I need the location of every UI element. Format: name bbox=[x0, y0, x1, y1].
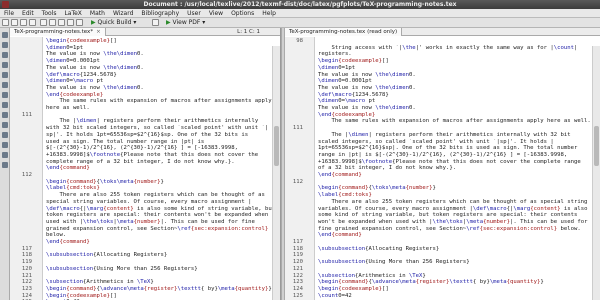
menu-bibliography[interactable]: Bibliography bbox=[137, 9, 183, 18]
editor-pane-right: TeX-programming-notes.tex (read only) 98… bbox=[285, 28, 600, 300]
structure-icon[interactable] bbox=[2, 32, 8, 38]
menu-math[interactable]: Math bbox=[86, 9, 109, 18]
new-file-icon[interactable] bbox=[2, 19, 9, 26]
vertical-scrollbar[interactable] bbox=[272, 46, 280, 300]
quick-build-label: Quick Build bbox=[97, 19, 132, 26]
toolbar: ▶ Quick Build ▾ ▶ View PDF ▾ bbox=[0, 18, 600, 28]
build-icon[interactable] bbox=[152, 19, 159, 26]
tab-left-document[interactable]: TeX-programming-notes.tex* × bbox=[10, 28, 106, 36]
open-file-icon[interactable] bbox=[11, 19, 18, 26]
menu-user[interactable]: User bbox=[183, 9, 205, 18]
cyrillic-icon[interactable] bbox=[2, 92, 8, 98]
view-pdf-button[interactable]: ▶ View PDF ▾ bbox=[163, 19, 208, 27]
menu-edit[interactable]: Edit bbox=[18, 9, 38, 18]
menu-bar: File Edit Tools LaTeX Math Wizard Bibliography… bbox=[0, 9, 600, 18]
copy-icon[interactable] bbox=[67, 19, 74, 26]
scroll-thumb[interactable] bbox=[274, 126, 279, 166]
tikz-icon[interactable] bbox=[2, 122, 8, 128]
close-tab-icon[interactable]: × bbox=[96, 29, 101, 35]
relation-icon[interactable] bbox=[2, 42, 8, 48]
editor-pane-left: TeX-programming-notes.tex* × L: 1 C: 1 \b… bbox=[10, 28, 281, 300]
user-icon[interactable] bbox=[2, 152, 8, 158]
title-bar: Document : /usr/local/texlive/2012/texmf… bbox=[0, 0, 600, 9]
cut-icon[interactable] bbox=[58, 19, 65, 26]
left-tab-bar: TeX-programming-notes.tex* × L: 1 C: 1 bbox=[10, 28, 280, 36]
menu-help[interactable]: Help bbox=[258, 9, 280, 18]
greek-icon[interactable] bbox=[2, 82, 8, 88]
favorites-icon[interactable] bbox=[2, 102, 8, 108]
line-number: 125 bbox=[292, 292, 303, 299]
tab-left-label: TeX-programming-notes.tex* bbox=[14, 29, 94, 35]
window-title: Document : /usr/local/texlive/2012/texmf… bbox=[143, 1, 457, 8]
close-icon[interactable] bbox=[29, 19, 36, 26]
code-editor-left[interactable]: \begin{codeexample}[] \dimen0=1pt The valu… bbox=[10, 37, 280, 300]
right-tab-bar: TeX-programming-notes.tex (read only) bbox=[285, 28, 600, 36]
arrow-icon[interactable] bbox=[2, 52, 8, 58]
side-panel-bar bbox=[0, 28, 10, 300]
menu-wizard[interactable]: Wizard bbox=[109, 9, 137, 18]
scroll-thumb[interactable] bbox=[594, 126, 599, 166]
code-line[interactable]: 125 \count0=42 bbox=[285, 293, 600, 300]
cursor-position: L: 1 C: 1 bbox=[237, 29, 260, 35]
menu-view[interactable]: View bbox=[205, 9, 227, 18]
vertical-scrollbar[interactable] bbox=[592, 46, 600, 300]
misc-icon[interactable] bbox=[2, 62, 8, 68]
menu-options[interactable]: Options bbox=[227, 9, 258, 18]
menu-tools[interactable]: Tools bbox=[38, 9, 61, 18]
code-text: \count0=42 bbox=[318, 292, 352, 299]
undo-icon[interactable] bbox=[40, 19, 47, 26]
quick-build-button[interactable]: ▶ Quick Build ▾ bbox=[88, 19, 139, 27]
asymptote-icon[interactable] bbox=[2, 132, 8, 138]
tab-right-document[interactable]: TeX-programming-notes.tex (read only) bbox=[285, 28, 403, 36]
view-pdf-label: View PDF bbox=[172, 19, 201, 26]
tab-right-label: TeX-programming-notes.tex (read only) bbox=[289, 29, 398, 35]
pstricks-icon[interactable] bbox=[2, 142, 8, 148]
code-editor-right[interactable]: 98 String access with `|\the|' works in … bbox=[285, 37, 600, 300]
paste-icon[interactable] bbox=[76, 19, 83, 26]
menu-latex[interactable]: LaTeX bbox=[60, 9, 85, 18]
redo-icon[interactable] bbox=[49, 19, 56, 26]
menu-file[interactable]: File bbox=[0, 9, 18, 18]
delimiters-icon[interactable] bbox=[2, 72, 8, 78]
save-icon[interactable] bbox=[20, 19, 27, 26]
source-browser-icon[interactable] bbox=[2, 162, 8, 168]
metapost-icon[interactable] bbox=[2, 112, 8, 118]
